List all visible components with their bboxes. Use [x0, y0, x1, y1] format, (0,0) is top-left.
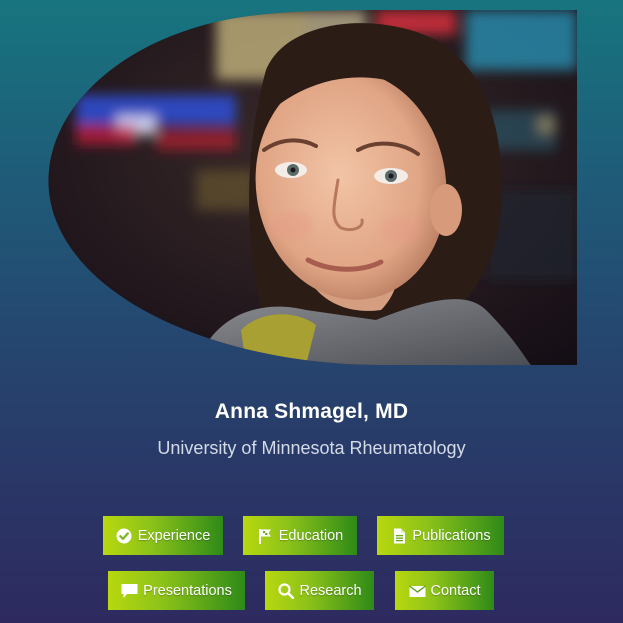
publications-label: Publications: [412, 527, 491, 544]
flag-icon: [257, 527, 274, 544]
document-icon: [390, 527, 407, 544]
envelope-icon: [408, 582, 426, 599]
speech-bubble-icon: [121, 582, 138, 599]
education-button[interactable]: Education: [243, 516, 357, 555]
contact-label: Contact: [430, 582, 481, 599]
experience-label: Experience: [137, 527, 211, 544]
profile-affiliation: University of Minnesota Rheumatology: [157, 438, 466, 458]
research-button[interactable]: Research: [265, 571, 374, 610]
profile-photo: [46, 10, 577, 365]
presentations-label: Presentations: [143, 582, 232, 599]
education-label: Education: [278, 527, 344, 544]
experience-button[interactable]: Experience: [103, 516, 223, 555]
research-label: Research: [299, 582, 362, 599]
check-circle-icon: [116, 527, 133, 544]
search-icon: [277, 582, 294, 599]
presentations-button[interactable]: Presentations: [108, 571, 245, 610]
publications-button[interactable]: Publications: [377, 516, 504, 555]
contact-button[interactable]: Contact: [395, 571, 494, 610]
profile-name: Anna Shmagel, MD: [214, 400, 409, 423]
